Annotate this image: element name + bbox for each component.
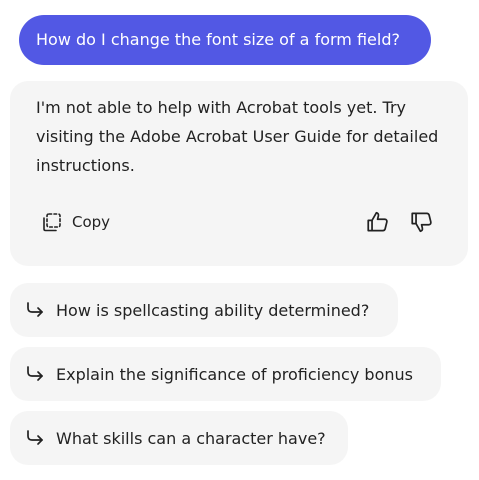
user-message-bubble: How do I change the font size of a form … <box>19 15 431 65</box>
thumbs-down-button[interactable] <box>409 209 435 235</box>
suggestion-label: Explain the significance of proficiency … <box>56 364 413 384</box>
user-message-text: How do I change the font size of a form … <box>36 30 400 49</box>
copy-icon <box>41 211 63 233</box>
chat-panel: How do I change the font size of a form … <box>0 0 479 480</box>
reply-arrow-icon <box>24 363 46 385</box>
suggestion-chip[interactable]: Explain the significance of proficiency … <box>10 347 441 401</box>
copy-label: Copy <box>72 213 111 231</box>
reply-arrow-icon <box>24 427 46 449</box>
copy-button[interactable]: Copy <box>41 209 110 235</box>
suggestion-chip[interactable]: What skills can a character have? <box>10 411 348 465</box>
suggestion-chip[interactable]: How is spellcasting ability determined? <box>10 283 398 337</box>
assistant-message-card: I'm not able to help with Acrobat tools … <box>10 81 468 266</box>
assistant-message-text: I'm not able to help with Acrobat tools … <box>36 98 439 175</box>
suggestion-label: How is spellcasting ability determined? <box>56 300 370 320</box>
thumbs-up-icon <box>365 211 391 239</box>
reply-arrow-icon <box>24 299 46 321</box>
thumbs-down-icon <box>409 212 435 239</box>
thumbs-up-button[interactable] <box>365 209 391 235</box>
suggestion-label: What skills can a character have? <box>56 428 326 448</box>
